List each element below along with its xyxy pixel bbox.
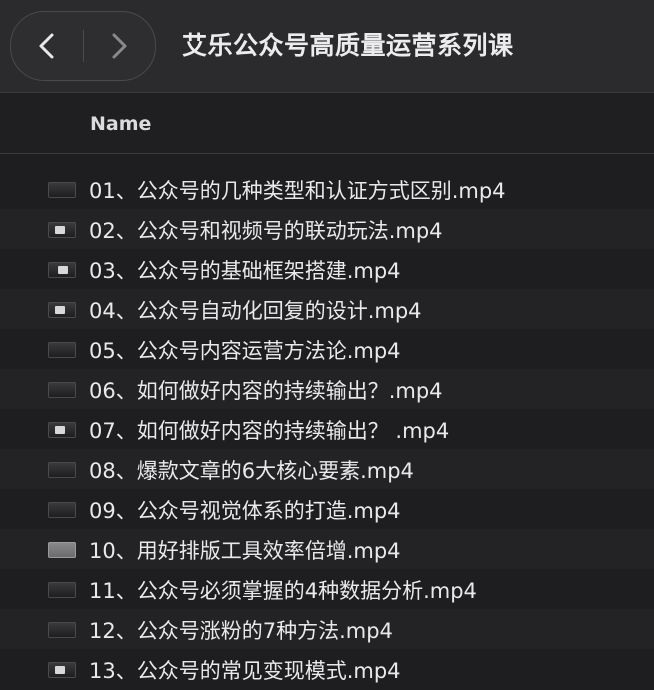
column-header-name[interactable]: Name [90,113,151,135]
video-file-icon [48,542,76,558]
file-name: 03、公众号的基础框架搭建.mp4 [89,259,401,283]
file-name: 02、公众号和视频号的联动玩法.mp4 [89,219,443,243]
forward-button[interactable] [83,12,155,80]
file-row[interactable]: 02、公众号和视频号的联动玩法.mp4 [0,209,654,249]
back-button[interactable] [11,12,83,80]
file-row[interactable]: 03、公众号的基础框架搭建.mp4 [0,249,654,289]
chevron-right-icon [112,33,127,59]
thumbnail-highlight [55,306,65,314]
video-file-icon [48,422,76,438]
thumbnail-highlight [55,666,65,674]
file-row[interactable]: 11、公众号必须掌握的4种数据分析.mp4 [0,569,654,609]
file-row[interactable]: 09、公众号视觉体系的打造.mp4 [0,489,654,529]
video-file-icon [48,222,76,238]
file-name: 10、用好排版工具效率倍增.mp4 [89,539,401,563]
file-name: 06、如何做好内容的持续输出？.mp4 [89,379,443,403]
file-row[interactable]: 12、公众号涨粉的7种方法.mp4 [0,609,654,649]
title-bar: 艾乐公众号高质量运营系列课 [0,0,654,92]
video-file-icon [48,502,76,518]
thumbnail-highlight [55,426,65,434]
file-row[interactable]: 05、公众号内容运营方法论.mp4 [0,329,654,369]
file-name: 12、公众号涨粉的7种方法.mp4 [89,619,393,643]
thumbnail-highlight [58,266,68,274]
file-row[interactable]: 06、如何做好内容的持续输出？.mp4 [0,369,654,409]
file-name: 13、公众号的常见变现模式.mp4 [89,659,401,683]
file-name: 05、公众号内容运营方法论.mp4 [89,339,401,363]
file-name: 04、公众号自动化回复的设计.mp4 [89,299,422,323]
video-file-icon [48,582,76,598]
video-file-icon [48,342,76,358]
video-file-icon [48,662,76,678]
thumbnail-highlight [55,226,65,234]
divider [0,153,654,154]
video-file-icon [48,262,76,278]
file-name: 01、公众号的几种类型和认证方式区别.mp4 [89,179,506,203]
chevron-left-icon [39,33,54,59]
video-file-icon [48,182,76,198]
video-file-icon [48,382,76,398]
file-name: 08、爆款文章的6大核心要素.mp4 [89,459,414,483]
window-title: 艾乐公众号高质量运营系列课 [182,31,514,60]
file-name: 09、公众号视觉体系的打造.mp4 [89,499,401,523]
navigation-buttons [10,11,156,81]
file-row[interactable]: 04、公众号自动化回复的设计.mp4 [0,289,654,329]
video-file-icon [48,462,76,478]
file-name: 11、公众号必须掌握的4种数据分析.mp4 [89,579,477,603]
video-file-icon [48,302,76,318]
video-file-icon [48,622,76,638]
file-row[interactable]: 01、公众号的几种类型和认证方式区别.mp4 [0,169,654,209]
file-row[interactable]: 13、公众号的常见变现模式.mp4 [0,649,654,689]
file-list: 01、公众号的几种类型和认证方式区别.mp4 02、公众号和视频号的联动玩法.mp… [0,169,654,689]
column-header-bar: Name [0,93,654,153]
file-row[interactable]: 10、用好排版工具效率倍增.mp4 [0,529,654,569]
file-row[interactable]: 07、如何做好内容的持续输出？ .mp4 [0,409,654,449]
file-name: 07、如何做好内容的持续输出？ .mp4 [89,419,450,443]
file-row[interactable]: 08、爆款文章的6大核心要素.mp4 [0,449,654,489]
